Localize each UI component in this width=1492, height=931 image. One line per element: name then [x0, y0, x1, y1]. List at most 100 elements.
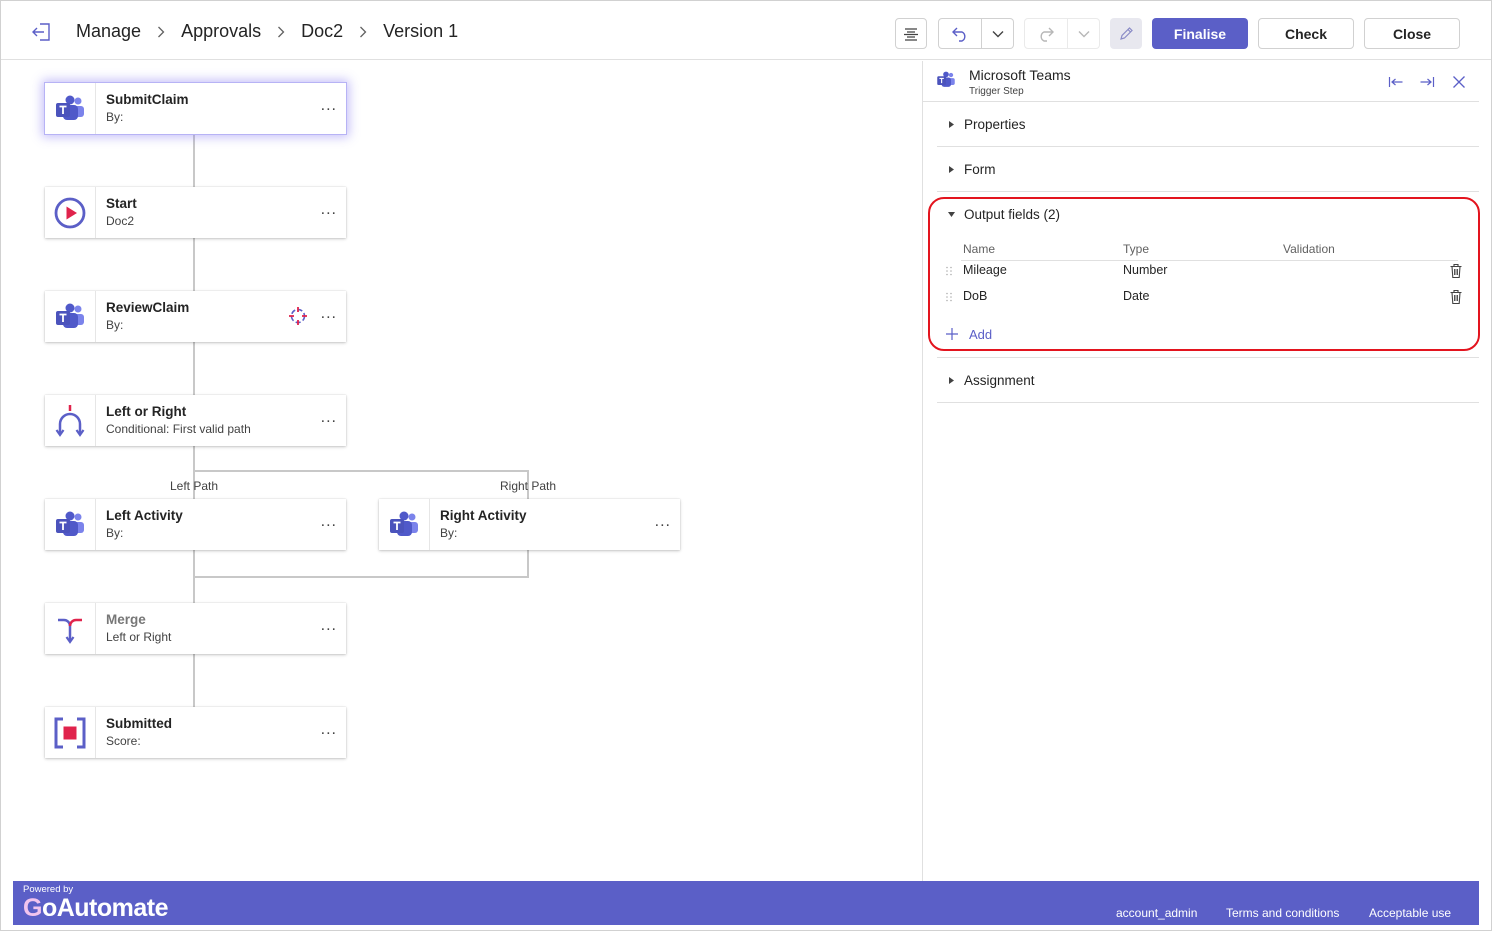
node-subtitle: Doc2 — [106, 214, 135, 228]
branch-icon — [45, 395, 96, 446]
align-center-icon — [904, 27, 918, 41]
caret-right-icon — [949, 377, 954, 384]
undo-icon — [952, 27, 966, 42]
teams-icon — [45, 499, 96, 550]
trash-icon[interactable] — [1449, 263, 1463, 279]
play-circle-icon — [45, 187, 96, 238]
teams-icon — [937, 71, 955, 87]
breadcrumb-doc2[interactable]: Doc2 — [301, 21, 343, 42]
footer-bar: Powered by GoAutomate account_admin Term… — [13, 881, 1479, 925]
more-options-button[interactable]: ... — [321, 513, 337, 531]
account-link[interactable]: account_admin — [1116, 906, 1197, 920]
drag-handle-icon[interactable] — [945, 266, 953, 276]
node-title: Start — [106, 196, 137, 211]
teams-icon — [45, 291, 96, 342]
node-submitted[interactable]: Submitted Score: ... — [45, 707, 346, 758]
output-field-row[interactable]: Mileage Number — [945, 260, 1465, 282]
right-path-label: Right Path — [500, 479, 557, 493]
back-exit-icon[interactable] — [31, 21, 53, 43]
node-subtitle: Score: — [106, 734, 141, 748]
drag-handle-icon[interactable] — [945, 292, 953, 302]
check-button[interactable]: Check — [1258, 18, 1354, 49]
caret-right-icon — [949, 121, 954, 128]
node-reviewclaim[interactable]: ReviewClaim By: ... — [45, 291, 346, 342]
more-options-button[interactable]: ... — [321, 409, 337, 427]
section-label: Output fields (2) — [964, 207, 1061, 222]
more-options-button[interactable]: ... — [655, 513, 671, 531]
node-title: Left or Right — [106, 404, 187, 419]
chevron-right-icon — [343, 22, 383, 42]
left-path-label: Left Path — [170, 479, 219, 493]
node-title: Submitted — [106, 716, 172, 731]
close-button[interactable]: Close — [1364, 18, 1460, 49]
merge-icon — [45, 603, 96, 654]
breadcrumb-approvals[interactable]: Approvals — [181, 21, 261, 42]
field-name: Mileage — [963, 263, 1007, 277]
node-subtitle: Conditional: First valid path — [106, 422, 251, 436]
connector-line — [193, 237, 195, 291]
field-type: Number — [1123, 263, 1168, 277]
acceptable-use-link[interactable]: Acceptable use — [1369, 906, 1451, 920]
node-right-activity[interactable]: Right Activity By: ... — [379, 499, 680, 550]
panel-close-button[interactable] — [1449, 72, 1469, 92]
chevron-right-icon — [141, 22, 181, 42]
node-title: Right Activity — [440, 508, 527, 523]
section-properties[interactable]: Properties — [937, 102, 1479, 147]
align-button[interactable] — [895, 18, 927, 49]
column-header-type: Type — [1123, 242, 1150, 256]
chevron-right-icon — [261, 22, 301, 42]
node-submitclaim[interactable]: SubmitClaim By: ... — [45, 83, 346, 134]
undo-history-button[interactable] — [982, 18, 1014, 49]
terms-link[interactable]: Terms and conditions — [1226, 906, 1339, 920]
more-options-button[interactable]: ... — [321, 201, 337, 219]
section-label: Form — [964, 162, 996, 177]
workflow-canvas[interactable]: Left Path Right Path SubmitClaim By: ... — [13, 61, 921, 881]
node-left-activity[interactable]: Left Activity By: ... — [45, 499, 346, 550]
goautomate-logo: GoAutomate — [23, 894, 169, 922]
undo-button[interactable] — [938, 18, 982, 49]
redo-icon — [1040, 27, 1054, 42]
top-toolbar: Manage Approvals Doc2 Version 1 Finalise… — [1, 1, 1491, 60]
edit-button[interactable] — [1110, 18, 1142, 49]
properties-panel: Microsoft Teams Trigger Step Properties … — [922, 61, 1491, 881]
output-fields-header[interactable]: Output fields (2) — [937, 197, 1479, 233]
breadcrumb: Manage Approvals Doc2 Version 1 — [76, 21, 458, 42]
column-header-validation: Validation — [1283, 242, 1335, 256]
connector-line — [193, 576, 529, 578]
finalise-button[interactable]: Finalise — [1152, 18, 1248, 49]
undo-split-button — [938, 18, 1014, 49]
plus-icon — [946, 328, 958, 340]
panel-title: Microsoft Teams — [969, 67, 1071, 83]
add-field-button[interactable]: Add — [945, 324, 992, 344]
output-field-row[interactable]: DoB Date — [945, 286, 1465, 308]
trash-icon[interactable] — [1449, 289, 1463, 305]
node-merge[interactable]: Merge Left or Right ... — [45, 603, 346, 654]
node-left-or-right[interactable]: Left or Right Conditional: First valid p… — [45, 395, 346, 446]
section-assignment[interactable]: Assignment — [937, 358, 1479, 403]
connector-line — [193, 133, 195, 187]
node-start[interactable]: Start Doc2 ... — [45, 187, 346, 238]
more-options-button[interactable]: ... — [321, 97, 337, 115]
collapse-right-icon — [1420, 77, 1435, 87]
collapse-left-button[interactable] — [1386, 72, 1406, 92]
redo-button[interactable] — [1024, 18, 1068, 49]
node-title: SubmitClaim — [106, 92, 189, 107]
connector-line — [527, 549, 529, 577]
more-options-button[interactable]: ... — [321, 305, 337, 323]
breadcrumb-manage[interactable]: Manage — [76, 21, 141, 42]
node-subtitle: Left or Right — [106, 630, 172, 644]
close-icon — [1453, 76, 1465, 88]
teams-icon — [45, 83, 96, 134]
chevron-down-icon — [992, 30, 1003, 37]
caret-right-icon — [949, 166, 954, 173]
more-options-button[interactable]: ... — [321, 721, 337, 739]
add-field-label: Add — [969, 326, 993, 342]
section-form[interactable]: Form — [937, 147, 1479, 192]
redo-history-button[interactable] — [1068, 18, 1100, 49]
connector-line — [193, 653, 195, 707]
node-subtitle: By: — [106, 110, 124, 124]
field-type: Date — [1123, 289, 1150, 303]
expand-right-button[interactable] — [1417, 72, 1437, 92]
node-title: Left Activity — [106, 508, 183, 523]
more-options-button[interactable]: ... — [321, 617, 337, 635]
